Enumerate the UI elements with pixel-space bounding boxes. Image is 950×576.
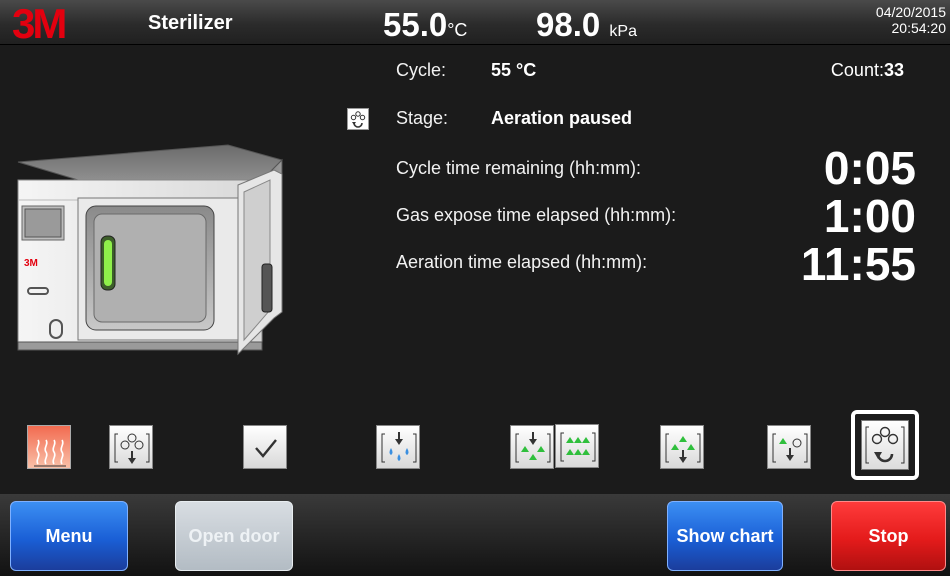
stage-label: Stage: (396, 108, 449, 128)
device-3m-badge: 3M (24, 258, 38, 269)
vacuum-icon (114, 433, 150, 464)
aeration-time-label: Aeration time elapsed (hh:mm): (396, 252, 648, 272)
open-door-button[interactable]: Open door (175, 501, 293, 571)
pressure-unit: kPa (609, 23, 637, 40)
stage-gas-expose-button[interactable] (555, 424, 599, 468)
gas-exhaust-icon (665, 433, 701, 463)
count-label: Count: (830, 60, 884, 80)
stop-button[interactable]: Stop (831, 501, 946, 571)
aeration-stage-icon (347, 108, 369, 130)
cycle-time-remaining-value: 0:05 (823, 142, 916, 194)
temperature-unit: °C (447, 20, 468, 40)
stage-air-wash-button[interactable] (767, 425, 811, 469)
3m-logo: 3M (12, 2, 68, 42)
gas-expose-icon (560, 432, 596, 462)
menu-button[interactable]: Menu (10, 501, 128, 571)
stage-value: Aeration paused (491, 108, 633, 128)
chamber-pressure: 98.0 kPa (536, 6, 637, 44)
stage-humidify-button[interactable] (376, 425, 420, 469)
show-chart-button[interactable]: Show chart (667, 501, 783, 571)
date-text: 04/20/2015 (875, 4, 946, 20)
chamber-temperature: 55.0°C (383, 6, 467, 44)
status-header: 3M Sterilizer 55.0°C 98.0 kPa 04/20/2015… (0, 0, 950, 45)
aeration-time-value: 11:55 (800, 238, 916, 290)
stage-gas-exhaust-button[interactable] (660, 425, 704, 469)
pressure-value: 98.0 (536, 6, 601, 43)
datetime: 04/20/2015 20:54:20 (876, 4, 946, 36)
cycle-value: 55 °C (491, 60, 537, 80)
door-handle (261, 263, 273, 313)
humidify-icon (381, 432, 417, 463)
cycle-time-remaining-label: Cycle time remaining (hh:mm): (396, 158, 642, 178)
sterilizer-illustration: 3M (17, 144, 283, 356)
aeration-icon (865, 426, 905, 464)
cycle-label: Cycle: (396, 60, 447, 80)
stage-vacuum-button[interactable] (109, 425, 153, 469)
stage-heating-button[interactable] (27, 425, 71, 469)
time-text: 20:54:20 (891, 20, 947, 36)
gas-inject-icon (515, 432, 551, 463)
temperature-value: 55.0 (383, 6, 448, 43)
air-wash-icon (772, 433, 808, 463)
gas-expose-time-value: 1:00 (823, 190, 916, 242)
app-title: Sterilizer (148, 12, 233, 34)
heating-icon (34, 439, 66, 467)
count-value: 33 (883, 60, 904, 80)
bottom-action-bar (0, 494, 950, 576)
gas-expose-time-label: Gas expose time elapsed (hh:mm): (396, 205, 677, 225)
svg-text:3M: 3M (12, 2, 65, 42)
checkmark-icon (255, 439, 277, 458)
stage-check-button[interactable] (243, 425, 287, 469)
cycle-count: Count:33 (831, 60, 904, 81)
stage-aeration-button[interactable] (851, 410, 919, 480)
stage-gas-inject-button[interactable] (510, 425, 554, 469)
